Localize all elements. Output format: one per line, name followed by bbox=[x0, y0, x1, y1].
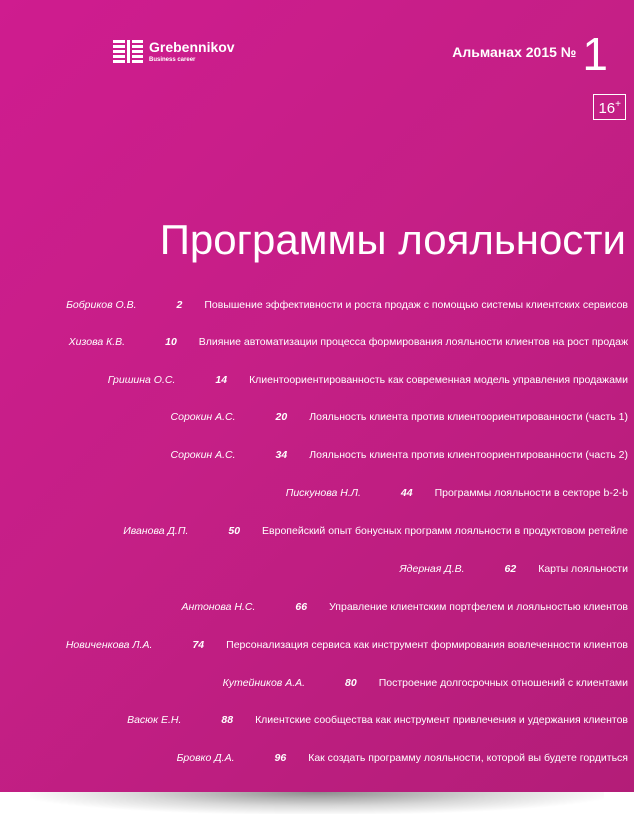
toc-article-title: Влияние автоматизации процесса формирова… bbox=[198, 336, 628, 348]
toc-author: Сорокин А.С. bbox=[170, 449, 236, 461]
age-rating-badge: 16+ bbox=[593, 94, 626, 120]
toc-article-title: Европейский опыт бонусных программ лояль… bbox=[262, 525, 628, 537]
toc-page-number: 50 bbox=[228, 525, 241, 537]
brand-name: Grebennikov bbox=[149, 39, 235, 55]
almanac-label: Альманах 2015 № bbox=[452, 44, 577, 60]
toc-page-number: 88 bbox=[221, 714, 234, 726]
toc-article-title: Клиентоориентированность как современная… bbox=[249, 374, 628, 386]
toc-page-number: 44 bbox=[400, 487, 413, 499]
brand-logo: Grebennikov Business career bbox=[113, 40, 235, 64]
toc-author: Иванова Д.П. bbox=[123, 525, 189, 537]
toc-article-title: Лояльность клиента против клиентоориенти… bbox=[309, 449, 628, 461]
toc-page-number: 20 bbox=[275, 411, 288, 423]
cover-shadow bbox=[30, 792, 604, 814]
toc-page-number: 14 bbox=[215, 374, 228, 386]
age-rating: 16 bbox=[598, 100, 616, 117]
toc-author: Васюк Е.Н. bbox=[127, 714, 182, 726]
toc-item[interactable]: Бобриков О.В. 2 Повышение эффективности и … bbox=[66, 299, 628, 311]
toc-article-title: Построение долгосрочных отношений с клие… bbox=[378, 677, 628, 689]
toc-item[interactable]: Пискунова Н.Л. 44 Программы лояльности в с… bbox=[286, 487, 628, 499]
cover-title: Программы лояльности bbox=[159, 216, 626, 263]
toc-author: Ядерная Д.В. bbox=[399, 563, 465, 575]
toc-author: Кутейников А.А. bbox=[222, 677, 306, 689]
toc-article-title: Программы лояльности в секторе b-2-b bbox=[434, 487, 628, 499]
toc-item[interactable]: Бровко Д.А. 96 Как создать программу лояль… bbox=[177, 752, 628, 764]
toc-page-number: 2 bbox=[176, 299, 183, 311]
toc-page-number: 80 bbox=[345, 677, 357, 689]
brand-tagline: Business career bbox=[149, 57, 196, 63]
toc-item[interactable]: Гришина О.С. 14 Клиентоориентированность к… bbox=[108, 374, 628, 386]
toc-author: Бровко Д.А. bbox=[176, 752, 235, 764]
toc-author: Гришина О.С. bbox=[107, 374, 176, 386]
toc-article-title: Карты лояльности bbox=[538, 563, 628, 575]
toc-article-title: Управление клиентским портфелем и лояльн… bbox=[329, 601, 628, 613]
toc-author: Новиченкова Л.А. bbox=[65, 639, 153, 651]
toc-author: Хизова К.В. bbox=[68, 336, 126, 348]
toc-page-number: 66 bbox=[295, 601, 308, 613]
toc-page-number: 74 bbox=[192, 639, 205, 651]
toc-article-title: Повышение эффективности и роста продаж с… bbox=[204, 299, 628, 311]
toc-item[interactable]: Новиченкова Л.А. 74 Персонализация сервиса… bbox=[66, 639, 628, 651]
grebennikov-logo-icon bbox=[113, 40, 143, 63]
toc-article-title: Как создать программу лояльности, которо… bbox=[308, 752, 628, 764]
toc-item[interactable]: Антонова Н.С. 66 Управление клиентским пор… bbox=[182, 601, 628, 613]
issue-number: 1 bbox=[582, 28, 608, 80]
toc-article-title: Клиентские сообщества как инструмент при… bbox=[255, 714, 628, 726]
toc-page-number: 62 bbox=[504, 563, 517, 575]
toc-article-title: Персонализация сервиса как инструмент фо… bbox=[226, 639, 628, 651]
toc-item[interactable]: Иванова Д.П. 50 Европейский опыт бонусных … bbox=[123, 525, 628, 537]
toc-item[interactable]: Хизова К.В. 10 Влияние автоматизации проце… bbox=[69, 336, 628, 348]
toc-item[interactable]: Васюк Е.Н. 88 Клиентские сообщества как ин… bbox=[127, 714, 628, 726]
toc-author: Пискунова Н.Л. bbox=[285, 487, 361, 499]
toc-page-number: 34 bbox=[275, 449, 288, 461]
toc-page-number: 96 bbox=[274, 752, 287, 764]
toc-author: Сорокин А.С. bbox=[170, 411, 236, 423]
almanac-issue: Альманах 2015 № 1 bbox=[452, 28, 608, 80]
toc-page-number: 10 bbox=[165, 336, 177, 348]
toc-author: Антонова Н.С. bbox=[181, 601, 256, 613]
magazine-cover: Grebennikov Business career Альманах 201… bbox=[0, 0, 634, 792]
age-rating-plus: + bbox=[615, 99, 621, 110]
toc-item[interactable]: Сорокин А.С. 34 Лояльность клиента против … bbox=[171, 449, 628, 461]
toc-author: Бобриков О.В. bbox=[66, 299, 137, 311]
toc-item[interactable]: Кутейников А.А. 80 Построение долгосрочных… bbox=[223, 677, 628, 689]
toc-article-title: Лояльность клиента против клиентоориенти… bbox=[309, 411, 628, 423]
toc-item[interactable]: Сорокин А.С. 20 Лояльность клиента против … bbox=[171, 411, 628, 423]
toc-item[interactable]: Ядерная Д.В. 62 Карты лояльности bbox=[400, 563, 628, 575]
